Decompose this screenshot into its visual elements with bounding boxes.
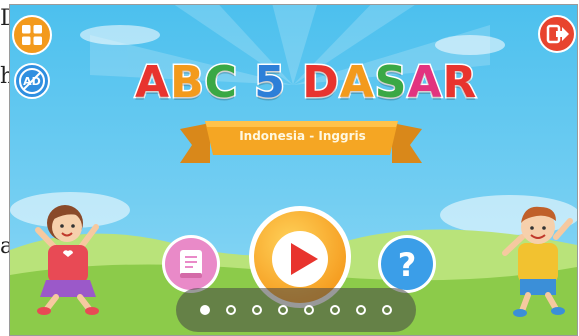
game-screen: ABC 5 DASAR Indonesia - Inggris AD ? xyxy=(9,4,578,336)
book-button[interactable] xyxy=(160,233,222,295)
title-letter: A xyxy=(133,57,171,108)
title-letter: S xyxy=(373,57,408,108)
book-icon xyxy=(162,235,220,293)
title-letter: R xyxy=(441,57,478,108)
carousel-dot[interactable] xyxy=(330,305,340,315)
carousel-dot[interactable] xyxy=(304,305,314,315)
carousel-dot[interactable] xyxy=(382,305,392,315)
grid-menu-icon xyxy=(12,15,52,55)
title-letter: A xyxy=(338,57,375,108)
game-subtitle: Indonesia - Inggris xyxy=(239,129,366,143)
title-letter: D xyxy=(301,57,341,108)
carousel-dot[interactable] xyxy=(278,305,288,315)
carousel-page-indicator xyxy=(176,288,416,332)
menu-button[interactable] xyxy=(12,15,52,55)
carousel-dot[interactable] xyxy=(226,305,236,315)
ad-badge-label: AD xyxy=(23,75,41,88)
exit-button[interactable] xyxy=(538,15,576,53)
svg-text:?: ? xyxy=(398,246,417,284)
carousel-dot[interactable] xyxy=(252,305,262,315)
no-ads-icon: AD xyxy=(14,63,50,99)
game-title: ABC 5 DASAR xyxy=(133,57,478,108)
title-letter: 5 xyxy=(253,57,287,108)
title-letter: B xyxy=(169,57,206,108)
title-letter xyxy=(286,61,302,105)
exit-icon xyxy=(538,15,576,53)
carousel-dot[interactable] xyxy=(356,305,366,315)
title-letter: C xyxy=(203,57,238,108)
title-letter: A xyxy=(406,57,443,108)
question-mark-icon: ? xyxy=(378,235,436,293)
carousel-dot[interactable] xyxy=(200,305,210,315)
remove-ads-button[interactable]: AD xyxy=(14,63,50,99)
help-button[interactable]: ? xyxy=(376,233,438,295)
title-letter xyxy=(238,61,254,105)
